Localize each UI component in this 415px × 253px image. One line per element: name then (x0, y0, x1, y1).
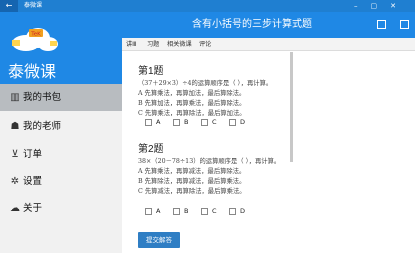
sidebar-item-settings[interactable]: ✲ 设置 (0, 168, 122, 195)
question-stem: 38×（20－78÷13）的运算顺序是（ ），再计算。 (138, 158, 281, 165)
tab-related-lessons[interactable]: 相关微课 (167, 38, 192, 51)
sidebar-item-label: 设置 (23, 176, 43, 187)
option-c[interactable]: C (201, 118, 217, 126)
checkbox[interactable] (201, 207, 208, 215)
option-b[interactable]: B (173, 207, 188, 215)
choice-c-text: C 先算乘法，再算除法，最后算加法。 (138, 110, 246, 117)
brand-badge: TeK (30, 32, 41, 38)
back-arrow-icon[interactable]: ← (0, 0, 18, 12)
choice-b-text: B 先算加法，再算乘法，最后算除法。 (138, 100, 246, 107)
tab-exercises[interactable]: 习题 (147, 38, 159, 51)
gear-icon: ✲ (10, 176, 20, 187)
option-d[interactable]: D (229, 207, 245, 215)
teacher-icon: ☗ (10, 121, 20, 132)
option-a[interactable]: A (145, 207, 160, 215)
main-header: 含有小括号的三步计算式题 (122, 12, 415, 38)
tab-comments[interactable]: 评论 (199, 38, 211, 51)
scrollbar[interactable] (290, 52, 293, 162)
sidebar-item-teacher[interactable]: ☗ 我的老师 (0, 113, 122, 140)
window-controls[interactable]: –▢✕ (354, 0, 409, 12)
choice-a-text: A 先算乘法，再算减法，最后算除法。 (138, 168, 246, 175)
choice-a-text: A 先算乘法，再算加法，最后算除法。 (138, 90, 246, 97)
question-title: 第2题 (138, 144, 164, 155)
bookmark-icon[interactable] (377, 20, 386, 29)
choice-c-text: C 先算减法，再算除法，最后算乘法。 (138, 188, 246, 195)
sidebar-item-about[interactable]: ☁ 关于 (0, 195, 122, 222)
cart-icon: ⊻ (11, 149, 19, 160)
checkbox[interactable] (229, 118, 236, 126)
tab-bar: 讲Ⅲ 习题 相关微课 评论 (122, 38, 415, 51)
sidebar-item-orders[interactable]: ⊻ 订单 (0, 141, 122, 168)
checkbox[interactable] (145, 207, 152, 215)
sidebar-item-label: 关于 (23, 203, 43, 214)
sidebar-item-label: 我的书包 (23, 92, 62, 103)
sidebar: TeK 泰微课 ▥ 我的书包 ☗ 我的老师 ⊻ 订单 ✲ 设置 ☁ 关于 (0, 12, 122, 253)
question-title: 第1题 (138, 66, 164, 77)
brand-header: TeK 泰微课 (0, 12, 122, 84)
app-name: 泰微课 (8, 64, 57, 81)
checkbox[interactable] (145, 118, 152, 126)
checkbox[interactable] (173, 118, 180, 126)
checkbox[interactable] (173, 207, 180, 215)
checkbox[interactable] (201, 118, 208, 126)
cloud-info-icon: ☁ (10, 203, 20, 214)
option-d[interactable]: D (229, 118, 245, 126)
option-c[interactable]: C (201, 207, 217, 215)
checkbox[interactable] (229, 207, 236, 215)
page-title: 含有小括号的三步计算式题 (192, 19, 312, 30)
tab-lecture[interactable]: 讲Ⅲ (126, 38, 136, 51)
option-b[interactable]: B (173, 118, 188, 126)
cloud-logo-icon: TeK (12, 28, 58, 51)
menu-icon[interactable] (400, 20, 409, 29)
question-stem: （37＋29×3）÷4的运算顺序是（ ），再计算。 (138, 80, 273, 87)
window-titlebar: ← 泰微课 –▢✕ (0, 0, 415, 12)
books-icon: ▥ (10, 92, 20, 103)
sidebar-item-bookbag[interactable]: ▥ 我的书包 (0, 84, 122, 111)
submit-answer-button[interactable]: 提交解答 (138, 232, 180, 248)
option-a[interactable]: A (145, 118, 160, 126)
sidebar-item-label: 我的老师 (23, 121, 62, 132)
sidebar-item-label: 订单 (23, 149, 43, 160)
window-title: 泰微课 (24, 2, 43, 9)
exercise-content: 第1题 （37＋29×3）÷4的运算顺序是（ ），再计算。 A 先算乘法，再算加… (122, 52, 415, 253)
choice-b-text: B 先算除法，再算减法，最后算乘法。 (138, 178, 246, 185)
